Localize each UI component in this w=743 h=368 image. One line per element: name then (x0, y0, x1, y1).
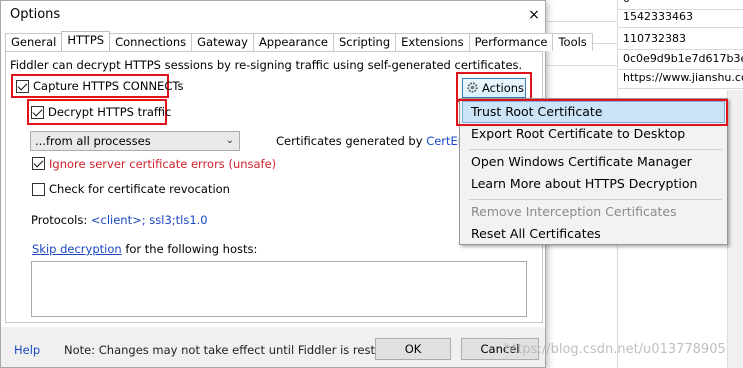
tab-tools[interactable]: Tools (552, 33, 593, 51)
decrypt-https-checkbox[interactable] (31, 106, 44, 119)
tab-https[interactable]: HTTPS (61, 31, 111, 51)
skip-decryption-link[interactable]: Skip decryption (32, 242, 122, 256)
skip-decryption-line: Skip decryption for the following hosts: (32, 242, 257, 256)
watermark-text: https://blog.csdn.net/u013778905 (504, 342, 726, 357)
skip-decryption-suffix: for the following hosts: (121, 242, 258, 256)
certificates-prefix: Certificates generated by (276, 134, 427, 148)
grid-row: 110732383 (618, 28, 743, 50)
check-revocation-checkbox[interactable] (32, 183, 45, 196)
tab-strip: General HTTPS Connections Gateway Appear… (5, 31, 593, 51)
https-description: Fiddler can decrypt HTTPS sessions by re… (10, 58, 523, 72)
grid-row: 1542333463 (618, 6, 743, 28)
tab-scripting[interactable]: Scripting (333, 33, 397, 51)
menu-item-open-certificate-manager[interactable]: Open Windows Certificate Manager (462, 151, 725, 173)
chevron-down-icon: ⌄ (225, 135, 234, 146)
ok-button[interactable]: OK (375, 338, 451, 360)
process-filter-select[interactable]: ...from all processes ⌄ (30, 131, 240, 151)
grid-cell (545, 0, 617, 22)
grid-row: https://www.jianshu.com (618, 67, 743, 89)
tab-performance[interactable]: Performance (468, 33, 554, 51)
title-bar: Options × (1, 1, 545, 29)
menu-separator (469, 199, 722, 200)
capture-https-label: Capture HTTPS CONNECTs (33, 79, 184, 93)
ignore-cert-errors-checkbox[interactable] (32, 157, 45, 170)
menu-item-export-root-certificate[interactable]: Export Root Certificate to Desktop (462, 123, 725, 145)
tab-appearance[interactable]: Appearance (252, 33, 334, 51)
restart-note: Note: Changes may not take effect until … (64, 343, 410, 357)
menu-item-learn-more-https[interactable]: Learn More about HTTPS Decryption (462, 173, 725, 195)
dialog-title: Options (10, 7, 61, 22)
highlight-box-trust-root (456, 99, 728, 126)
menu-item-reset-all-certificates[interactable]: Reset All Certificates (462, 223, 725, 245)
protocols-line: Protocols: <client>; ssl3;tls1.0 (31, 213, 208, 227)
menu-separator (469, 149, 722, 150)
menu-item-remove-interception-certificates: Remove Interception Certificates (471, 204, 677, 219)
process-filter-value: ...from all processes (35, 134, 151, 148)
gear-icon (467, 82, 478, 93)
help-link[interactable]: Help (14, 343, 40, 357)
close-button[interactable]: × (521, 4, 547, 26)
actions-button[interactable]: Actions (462, 78, 526, 98)
protocols-label: Protocols: (31, 213, 91, 227)
tab-general[interactable]: General (5, 33, 63, 51)
tab-connections[interactable]: Connections (109, 33, 193, 51)
actions-button-label: Actions (482, 81, 525, 95)
ignore-cert-errors-label: Ignore server certificate errors (unsafe… (49, 157, 277, 171)
tab-extensions[interactable]: Extensions (395, 33, 470, 51)
skip-hosts-textarea[interactable] (31, 261, 527, 317)
capture-https-checkbox[interactable] (16, 80, 29, 93)
protocols-link[interactable]: <client>; ssl3;tls1.0 (91, 213, 208, 227)
tab-gateway[interactable]: Gateway (191, 33, 254, 51)
vertical-scrollbar[interactable] (727, 90, 743, 368)
check-revocation-label: Check for certificate revocation (49, 182, 230, 196)
decrypt-https-label: Decrypt HTTPS traffic (48, 105, 172, 119)
